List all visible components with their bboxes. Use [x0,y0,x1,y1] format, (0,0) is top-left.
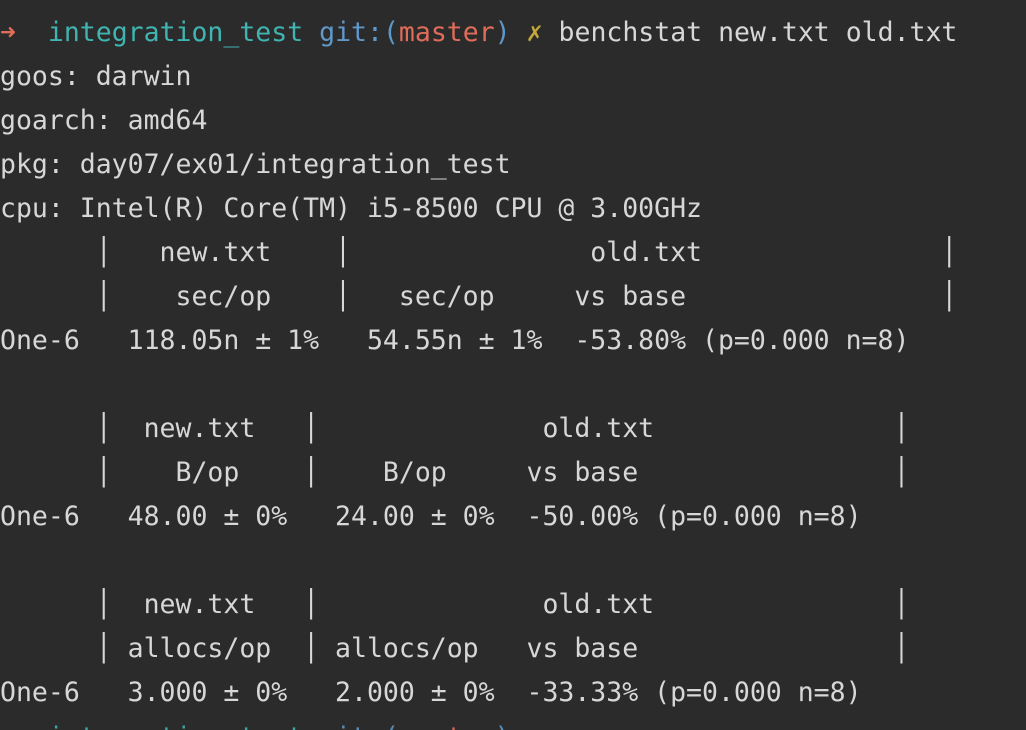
prompt-directory: integration_test [47,17,304,48]
prompt-arrow-icon: ➜ [0,17,16,48]
git-suffix: ) [494,17,511,48]
pkg-line: pkg: day07/ex01/integration_test [0,149,511,180]
git-prefix: git:( [319,17,399,48]
goarch-line: goarch: amd64 [0,105,208,136]
terminal-window[interactable]: ➜ integration_test git:(master) ✗ benchs… [0,0,1026,730]
bytes-table-header-units: │ B/op │ B/op vs base │ [0,457,910,488]
dirty-mark-icon: ✗ [526,17,543,48]
git-branch: master [398,17,495,48]
command-text: benchstat new.txt old.txt [558,17,958,48]
allocs-table-row: One-6 3.000 ± 0% 2.000 ± 0% -33.33% (p=0… [0,677,862,708]
bytes-table-row: One-6 48.00 ± 0% 24.00 ± 0% -50.00% (p=0… [0,501,862,532]
goos-line: goos: darwin [0,61,192,92]
allocs-table-header-files: │ new.txt │ old.txt │ [0,589,910,620]
sec-table-row: One-6 118.05n ± 1% 54.55n ± 1% -53.80% (… [0,325,910,356]
allocs-table-header-units: │ allocs/op │ allocs/op vs base │ [0,633,910,664]
command-prompt-line: ➜ integration_test git:(master) ✗ benchs… [0,11,957,55]
next-prompt-line-partial: ➜ integration_test git:(master) ✗ [0,716,543,730]
sec-table-header-files: │ new.txt │ old.txt │ [0,237,958,268]
sec-table-header-units: │ sec/op │ sec/op vs base │ [0,281,958,312]
bytes-table-header-files: │ new.txt │ old.txt │ [0,413,910,444]
cpu-line: cpu: Intel(R) Core(TM) i5-8500 CPU @ 3.0… [0,193,702,224]
